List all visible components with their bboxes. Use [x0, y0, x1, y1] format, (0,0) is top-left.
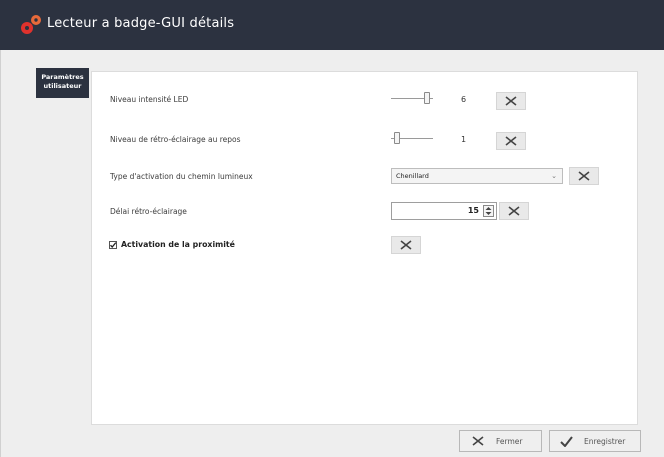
reset-backlight-idle-button[interactable]: [496, 132, 526, 150]
window-body: Paramètres utilisateur Niveau intensité …: [0, 50, 664, 457]
led-intensity-slider[interactable]: [391, 92, 433, 106]
title-bar: Lecteur a badge-GUI détails: [0, 0, 664, 50]
slider-thumb[interactable]: [424, 92, 430, 104]
backlight-delay-label: Délai rétro-éclairage: [110, 207, 187, 216]
slider-thumb[interactable]: [394, 132, 400, 144]
spin-updown-icon[interactable]: [483, 205, 494, 217]
close-button-label: Fermer: [496, 437, 523, 446]
checkmark-icon: [560, 436, 573, 449]
led-intensity-label: Niveau intensité LED: [110, 95, 189, 104]
close-x-icon: [392, 237, 420, 253]
backlight-idle-slider[interactable]: [391, 132, 433, 146]
window-title: Lecteur a badge-GUI détails: [47, 16, 235, 31]
gear-pair-icon: [21, 15, 41, 34]
checkmark-icon: [110, 242, 117, 248]
close-x-icon: [472, 436, 484, 448]
reset-proximity-button[interactable]: [391, 236, 421, 254]
tab-label-line1: Paramètres: [41, 73, 84, 81]
tab-label-line2: utilisateur: [43, 82, 82, 90]
chevron-down-icon: ⌄: [551, 172, 557, 180]
close-x-icon: [497, 93, 525, 109]
backlight-delay-value: 15: [467, 206, 479, 215]
light-path-type-select[interactable]: Chenillard ⌄: [391, 168, 563, 184]
proximity-label: Activation de la proximité: [121, 240, 235, 249]
tab-user-settings[interactable]: Paramètres utilisateur: [36, 68, 89, 98]
close-button[interactable]: Fermer: [459, 430, 542, 452]
backlight-idle-value: 1: [461, 135, 467, 144]
light-path-type-value: Chenillard: [396, 172, 429, 180]
reset-led-intensity-button[interactable]: [496, 92, 526, 110]
proximity-checkbox[interactable]: [109, 241, 117, 249]
close-x-icon: [500, 203, 528, 219]
save-button[interactable]: Enregistrer: [549, 430, 641, 452]
led-intensity-value: 6: [461, 95, 467, 104]
close-x-icon: [570, 168, 598, 184]
reset-backlight-delay-button[interactable]: [499, 202, 529, 220]
save-button-label: Enregistrer: [584, 437, 626, 446]
close-x-icon: [497, 133, 525, 149]
reset-light-path-type-button[interactable]: [569, 167, 599, 185]
backlight-delay-input[interactable]: 15: [391, 202, 497, 220]
backlight-idle-label: Niveau de rétro-éclairage au repos: [110, 135, 241, 144]
light-path-type-label: Type d'activation du chemin lumineux: [110, 172, 253, 181]
